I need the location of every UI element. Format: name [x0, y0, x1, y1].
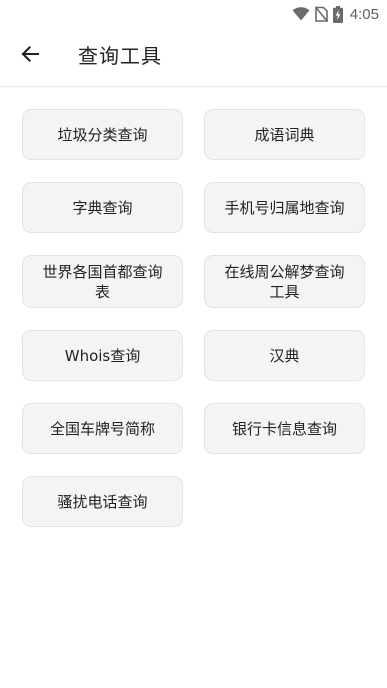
arrow-left-icon: [20, 44, 40, 68]
screen: 4:05 查询工具 垃圾分类查询 成语词典 字典查询 手机号归属地查询 世界各国…: [0, 0, 387, 688]
app-bar: 查询工具: [0, 28, 387, 87]
character-dictionary-button[interactable]: 字典查询: [22, 182, 183, 233]
spam-call-button[interactable]: 骚扰电话查询: [22, 476, 183, 527]
status-icons: 4:05: [292, 4, 379, 24]
garbage-sorting-button[interactable]: 垃圾分类查询: [22, 109, 183, 160]
license-plate-button[interactable]: 全国车牌号简称: [22, 403, 183, 454]
dream-interpretation-button[interactable]: 在线周公解梦查询工具: [204, 255, 365, 308]
phone-location-button[interactable]: 手机号归属地查询: [204, 182, 365, 233]
handian-button[interactable]: 汉典: [204, 330, 365, 381]
bank-card-button[interactable]: 银行卡信息查询: [204, 403, 365, 454]
whois-lookup-button[interactable]: Whois查询: [22, 330, 183, 381]
no-sim-icon: [314, 6, 328, 22]
battery-charging-icon: [332, 5, 343, 23]
status-time: 4:05: [349, 5, 379, 23]
wifi-icon: [292, 7, 310, 21]
back-button[interactable]: [8, 34, 52, 78]
page-title: 查询工具: [78, 44, 162, 68]
world-capitals-button[interactable]: 世界各国首都查询表: [22, 255, 183, 308]
status-bar: 4:05: [0, 0, 387, 28]
tools-grid: 垃圾分类查询 成语词典 字典查询 手机号归属地查询 世界各国首都查询表 在线周公…: [22, 109, 365, 527]
idiom-dictionary-button[interactable]: 成语词典: [204, 109, 365, 160]
